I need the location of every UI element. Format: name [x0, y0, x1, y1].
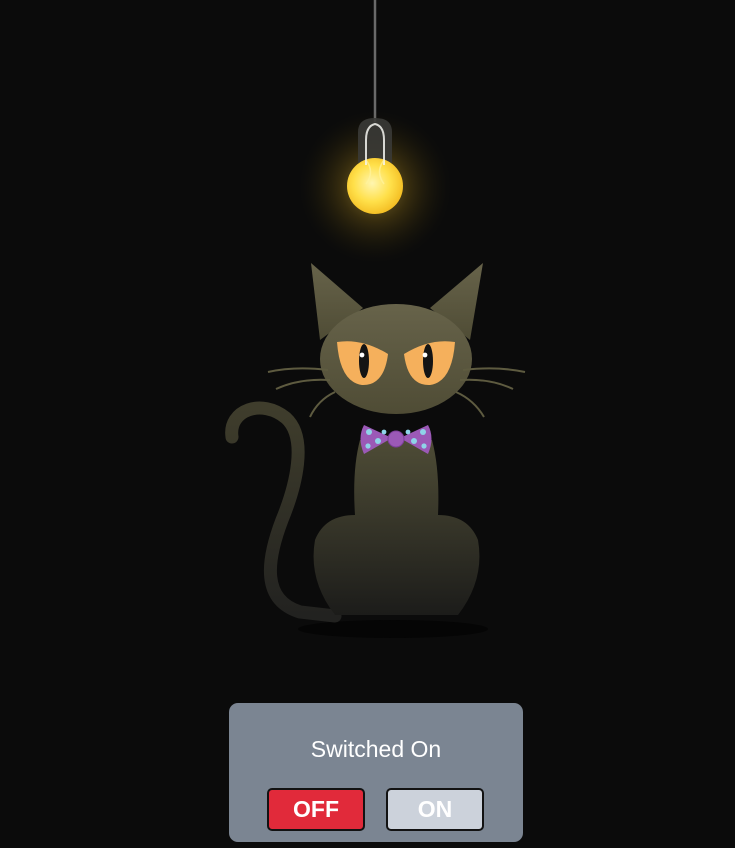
on-button[interactable]: ON: [386, 788, 484, 831]
off-button[interactable]: OFF: [267, 788, 365, 831]
light-control-panel: Switched On OFF ON: [229, 703, 523, 842]
scene: Switched On OFF ON: [0, 0, 735, 848]
cat-body: [313, 440, 480, 615]
cat-head: [311, 263, 483, 414]
cat-illustration: [225, 263, 526, 638]
status-text: Switched On: [310, 736, 442, 762]
cat-shadow: [298, 620, 488, 638]
